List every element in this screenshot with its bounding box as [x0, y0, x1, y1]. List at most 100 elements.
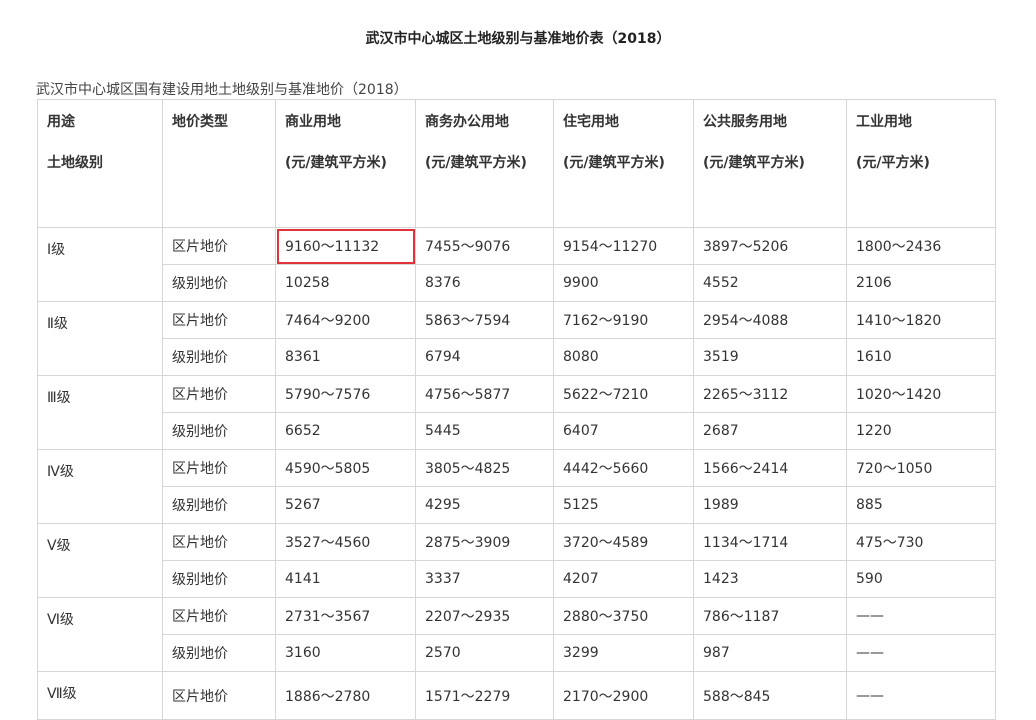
- land-price-table: 用途 土地级别 地价类型 商业用地 (元/建筑平方米) 商务办公用地 (元/建筑平方…: [37, 99, 996, 720]
- price-cell: 1566～2414: [693, 449, 847, 487]
- price-type-cell: 区片地价: [162, 671, 276, 720]
- price-cell: 5622～7210: [553, 375, 694, 413]
- header-office: 商务办公用地 (元/建筑平方米): [415, 99, 554, 228]
- table-row: 级别地价 5267 4295 5125 1989 885: [38, 486, 996, 524]
- table-caption: 武汉市中心城区国有建设用地土地级别与基准地价（2018）: [36, 82, 408, 98]
- price-cell: 8080: [553, 338, 694, 376]
- price-type-cell: 级别地价: [162, 560, 276, 598]
- price-cell: 4141: [275, 560, 416, 598]
- price-type-cell: 区片地价: [162, 301, 276, 339]
- price-cell: 7464～9200: [275, 301, 416, 339]
- price-cell: 4590～5805: [275, 449, 416, 487]
- price-cell: 1571～2279: [415, 671, 554, 720]
- price-cell: 2875～3909: [415, 523, 554, 561]
- header-level-label: 土地级别: [47, 155, 103, 171]
- price-cell: ——: [846, 671, 996, 720]
- price-cell: 2265～3112: [693, 375, 847, 413]
- price-cell: 2170～2900: [553, 671, 694, 720]
- price-type-cell: 区片地价: [162, 523, 276, 561]
- price-cell: 9900: [553, 264, 694, 302]
- price-cell: 3519: [693, 338, 847, 376]
- table-row: 级别地价 8361 6794 8080 3519 1610: [38, 338, 996, 376]
- price-cell: 2207～2935: [415, 597, 554, 635]
- highlighted-price-cell: 9160～11132: [275, 227, 416, 265]
- table-row: Ⅳ级 区片地价 4590～5805 3805～4825 4442～5660 15…: [37, 449, 996, 524]
- level-cell: Ⅳ级: [37, 449, 163, 524]
- price-cell: 1134～1714: [693, 523, 847, 561]
- table-row: Ⅶ级 区片地价 1886～2780 1571～2279 2170～2900 58…: [37, 671, 996, 720]
- header-unit: (元/建筑平方米): [563, 155, 665, 171]
- table-row: Ⅱ级 区片地价 7464～9200 5863～7594 7162～9190 29…: [37, 301, 996, 376]
- header-unit: (元/建筑平方米): [425, 155, 527, 171]
- price-cell: 8361: [275, 338, 416, 376]
- price-cell: 6407: [553, 412, 694, 450]
- table-row: 级别地价 10258 8376 9900 4552 2106: [38, 264, 996, 302]
- price-cell: 588～845: [693, 671, 847, 720]
- price-cell: 5790～7576: [275, 375, 416, 413]
- table-header-row: 用途 土地级别 地价类型 商业用地 (元/建筑平方米) 商务办公用地 (元/建筑平方…: [37, 99, 996, 228]
- header-commercial: 商业用地 (元/建筑平方米): [275, 99, 416, 228]
- header-use-name: 商务办公用地: [425, 114, 509, 130]
- price-cell: 1410～1820: [846, 301, 996, 339]
- price-cell: 3299: [553, 634, 694, 672]
- table-row: 级别地价 3160 2570 3299 987 ——: [38, 634, 996, 672]
- header-use-name: 公共服务用地: [703, 114, 787, 130]
- price-cell: 2954～4088: [693, 301, 847, 339]
- header-residential: 住宅用地 (元/建筑平方米): [553, 99, 694, 228]
- header-unit: (元/平方米): [856, 155, 930, 171]
- price-cell: 786～1187: [693, 597, 847, 635]
- price-type-cell: 区片地价: [162, 227, 276, 265]
- level-cell: Ⅴ级: [37, 523, 163, 598]
- header-use-name: 工业用地: [856, 114, 912, 130]
- price-cell: 10258: [275, 264, 416, 302]
- price-cell: 2687: [693, 412, 847, 450]
- price-cell: 885: [846, 486, 996, 524]
- price-cell: 8376: [415, 264, 554, 302]
- price-cell: 590: [846, 560, 996, 598]
- price-cell: 4442～5660: [553, 449, 694, 487]
- price-cell: 2570: [415, 634, 554, 672]
- price-type-cell: 级别地价: [162, 338, 276, 376]
- table-row: Ⅵ级 区片地价 2731～3567 2207～2935 2880～3750 78…: [37, 597, 996, 672]
- price-cell: 4207: [553, 560, 694, 598]
- header-use-name: 商业用地: [285, 114, 341, 130]
- price-cell: 6794: [415, 338, 554, 376]
- level-cell: Ⅰ级: [37, 227, 163, 302]
- level-cell: Ⅱ级: [37, 301, 163, 376]
- price-type-cell: 级别地价: [162, 634, 276, 672]
- price-cell: 3160: [275, 634, 416, 672]
- price-cell: 1020～1420: [846, 375, 996, 413]
- price-cell: 3527～4560: [275, 523, 416, 561]
- price-cell: 987: [693, 634, 847, 672]
- price-cell: 3805～4825: [415, 449, 554, 487]
- price-cell: 475～730: [846, 523, 996, 561]
- price-cell: 1220: [846, 412, 996, 450]
- price-cell: 2880～3750: [553, 597, 694, 635]
- header-public-service: 公共服务用地 (元/建筑平方米): [693, 99, 847, 228]
- header-use-label: 用途: [47, 114, 75, 130]
- table-row: 级别地价 4141 3337 4207 1423 590: [38, 560, 996, 598]
- price-cell: 9154～11270: [553, 227, 694, 265]
- price-cell: 5863～7594: [415, 301, 554, 339]
- price-cell: 4756～5877: [415, 375, 554, 413]
- price-cell: 3720～4589: [553, 523, 694, 561]
- price-cell: ——: [846, 597, 996, 635]
- price-cell: 720～1050: [846, 449, 996, 487]
- level-cell: Ⅶ级: [37, 671, 163, 720]
- price-cell: 1989: [693, 486, 847, 524]
- header-price-type: 地价类型: [162, 99, 276, 228]
- header-unit: (元/建筑平方米): [703, 155, 805, 171]
- price-cell: 3337: [415, 560, 554, 598]
- table-row: 级别地价 6652 5445 6407 2687 1220: [38, 412, 996, 450]
- level-cell: Ⅲ级: [37, 375, 163, 450]
- header-unit: (元/建筑平方米): [285, 155, 387, 171]
- price-cell: 1886～2780: [275, 671, 416, 720]
- header-industrial: 工业用地 (元/平方米): [846, 99, 996, 228]
- price-cell: 6652: [275, 412, 416, 450]
- price-type-cell: 区片地价: [162, 597, 276, 635]
- price-cell: 2106: [846, 264, 996, 302]
- header-use-name: 住宅用地: [563, 114, 619, 130]
- price-cell: ——: [846, 634, 996, 672]
- price-cell: 4295: [415, 486, 554, 524]
- price-cell: 5445: [415, 412, 554, 450]
